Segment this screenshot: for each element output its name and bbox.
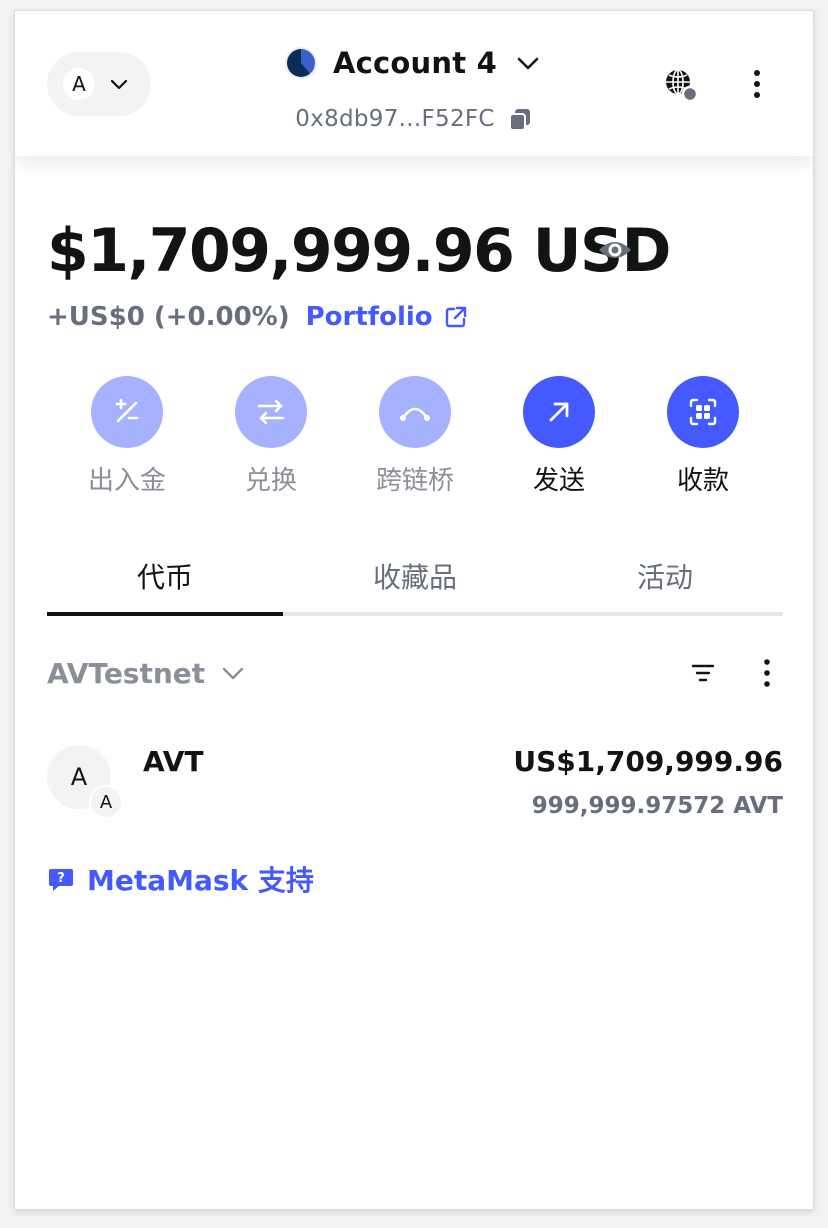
action-label: 发送 [532, 466, 585, 496]
help-chat-icon: ? [49, 869, 73, 891]
receive-button[interactable]: 收款 [643, 376, 763, 497]
external-link-icon[interactable] [443, 304, 469, 330]
connected-sites-globe-icon[interactable] [661, 65, 701, 105]
balance-display: $1,709,999.96 USD [47, 211, 672, 291]
support-link[interactable]: ? MetaMask 支持 [47, 859, 314, 899]
eye-icon[interactable] [597, 232, 633, 268]
buy-sell-icon [91, 376, 163, 448]
token-list-controls: AVTestnet [47, 651, 783, 695]
account-avatar [287, 49, 315, 77]
swap-button[interactable]: 兑换 [211, 376, 331, 497]
account-address: 0x8db97...F52FC [295, 106, 495, 132]
address-copy[interactable]: 0x8db97...F52FC [15, 101, 813, 137]
balance-change-row: +US$0 (+0.00%) Portfolio [47, 297, 469, 337]
chevron-down-icon [517, 57, 539, 70]
svg-text:?: ? [57, 871, 65, 886]
portfolio-link[interactable]: Portfolio [306, 302, 433, 332]
send-button[interactable]: 发送 [499, 376, 619, 497]
token-name: AVT [143, 745, 204, 778]
support-label: MetaMask 支持 [87, 864, 314, 897]
more-options-icon[interactable] [755, 655, 779, 691]
more-options-icon[interactable] [745, 67, 769, 101]
sort-filter-icon[interactable] [689, 659, 717, 687]
asset-tabs: 代币 收藏品 活动 [47, 546, 783, 618]
tab-tokens[interactable]: 代币 [47, 546, 283, 606]
action-label: 跨链桥 [375, 466, 454, 496]
network-badge: A [89, 785, 123, 819]
buy-sell-button[interactable]: 出入金 [67, 376, 187, 497]
token-fiat-value: US$1,709,999.96 [513, 745, 783, 778]
token-amount: 999,999.97572 AVT [531, 793, 783, 819]
bridge-icon [379, 376, 451, 448]
copy-icon[interactable] [507, 106, 533, 132]
bridge-button[interactable]: 跨链桥 [355, 376, 475, 497]
network-filter-label: AVTestnet [47, 656, 206, 690]
header: A Account 4 0x8db97...F52FC [15, 11, 813, 156]
network-filter[interactable]: AVTestnet [47, 651, 247, 695]
qr-receive-icon [667, 376, 739, 448]
total-balance: $1,709,999.96 USD [47, 216, 672, 286]
action-buttons: 出入金 兑换 跨链桥 发送 收款 [15, 376, 813, 496]
chevron-down-icon [222, 667, 244, 680]
tab-activity[interactable]: 活动 [547, 546, 783, 606]
tab-collectibles[interactable]: 收藏品 [297, 546, 533, 606]
account-name: Account 4 [333, 46, 497, 80]
token-row[interactable]: A A AVT US$1,709,999.96 999,999.97572 AV… [47, 733, 783, 823]
action-label: 出入金 [87, 466, 166, 496]
send-arrow-icon [523, 376, 595, 448]
swap-icon [235, 376, 307, 448]
tab-active-indicator [47, 612, 283, 616]
wallet-window: A Account 4 0x8db97...F52FC $1,709,999.9… [14, 10, 814, 1210]
action-label: 收款 [676, 466, 729, 496]
action-label: 兑换 [244, 466, 297, 496]
balance-change: +US$0 (+0.00%) [47, 302, 290, 332]
